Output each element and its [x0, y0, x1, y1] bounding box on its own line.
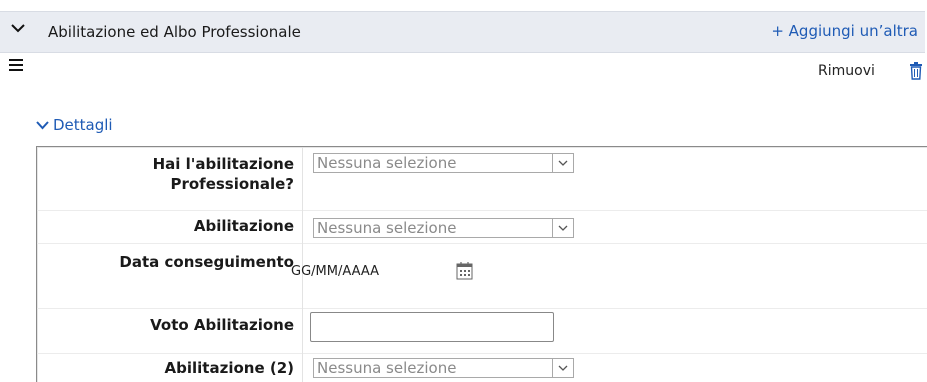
- hamburger-menu-icon[interactable]: [9, 59, 23, 71]
- chevron-down-icon: [552, 359, 568, 377]
- section-header[interactable]: Abilitazione ed Albo Professionale + Agg…: [0, 11, 925, 53]
- license-grade-input[interactable]: [310, 312, 554, 342]
- form-row-date-obtained: Data conseguimento: [37, 243, 927, 309]
- chevron-down-icon: [36, 121, 49, 130]
- add-another-link[interactable]: + Aggiungi un’altra: [771, 22, 918, 40]
- details-label: Dettagli: [53, 116, 113, 134]
- chevron-down-icon: [552, 154, 568, 172]
- chevron-down-icon[interactable]: [10, 20, 26, 36]
- field-label-license-grade: Voto Abilitazione: [150, 316, 294, 334]
- license-select[interactable]: Nessuna selezione: [313, 218, 574, 238]
- details-toggle[interactable]: Dettagli: [36, 116, 113, 134]
- field-label-license-2: Abilitazione (2): [164, 359, 294, 377]
- professional-license-select[interactable]: Nessuna selezione: [313, 153, 574, 173]
- calendar-icon[interactable]: [456, 261, 473, 280]
- field-label-license: Abilitazione: [193, 217, 294, 235]
- details-form: Hai l'abilitazione Professionale? Abilit…: [36, 146, 927, 382]
- date-obtained-field[interactable]: GG/MM/AAAA: [291, 264, 379, 279]
- field-label-professional-license: Hai l'abilitazione Professionale?: [152, 155, 294, 193]
- field-label-date-obtained: Data conseguimento: [119, 253, 294, 271]
- section-title: Abilitazione ed Albo Professionale: [48, 23, 301, 41]
- remove-button[interactable]: Rimuovi: [818, 63, 875, 79]
- trash-icon[interactable]: [909, 62, 923, 80]
- license-2-select[interactable]: Nessuna selezione: [313, 358, 574, 378]
- chevron-down-icon: [552, 219, 568, 237]
